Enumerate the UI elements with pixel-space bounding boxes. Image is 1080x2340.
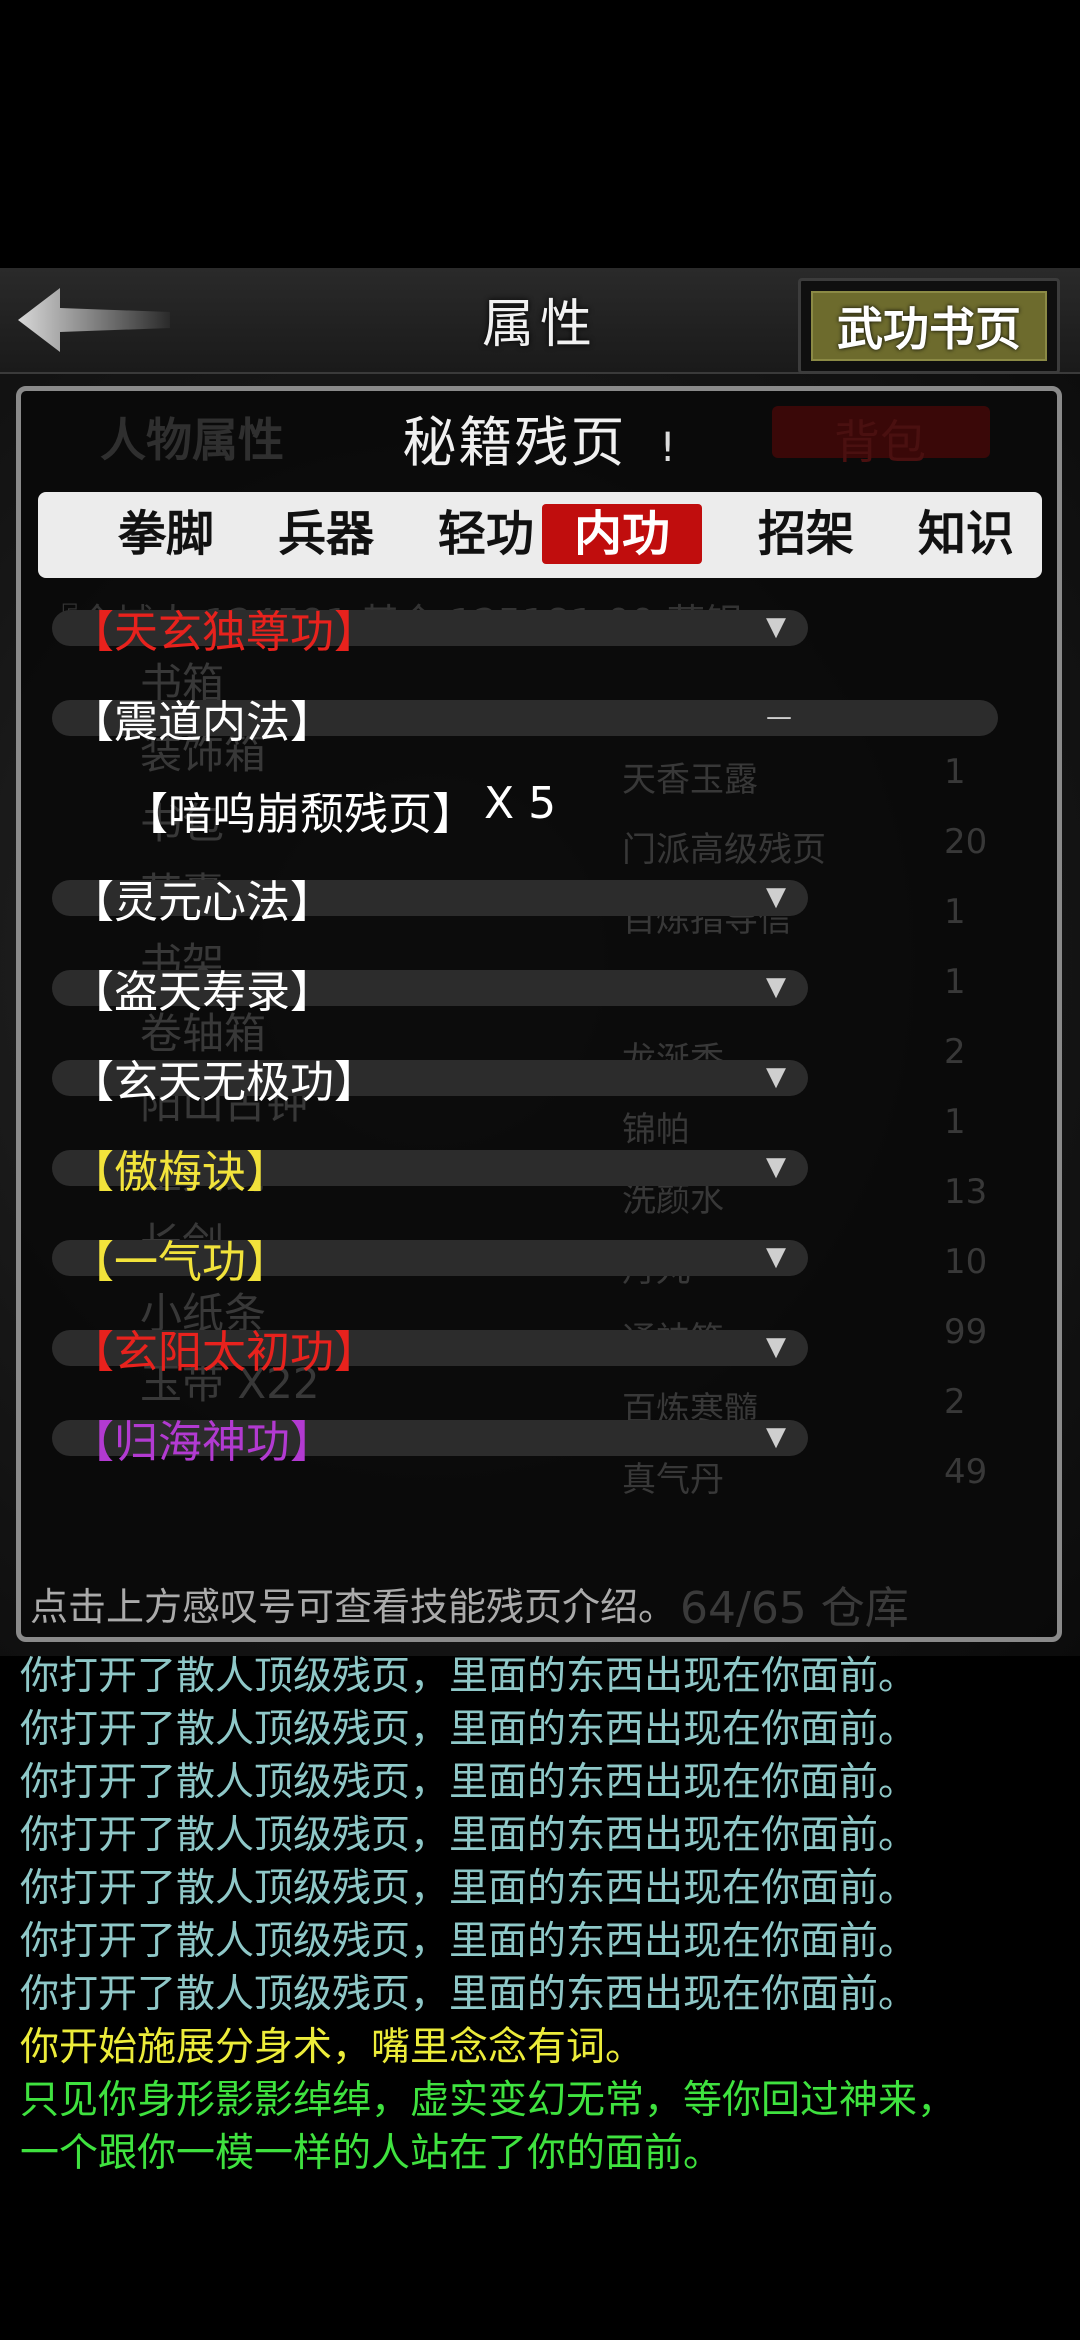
skill-name[interactable]: 【灵元心法】 (70, 866, 334, 930)
info-exclamation-button[interactable]: ! (660, 425, 678, 471)
tab-4[interactable]: 招架 (726, 504, 886, 564)
martial-book-button-label: 武功书页 (811, 291, 1047, 361)
chevron-down-icon[interactable]: ▼ (766, 1242, 786, 1272)
tab-5[interactable]: 知识 (886, 504, 1046, 564)
tab-1[interactable]: 兵器 (246, 504, 406, 564)
chevron-down-icon[interactable]: ▼ (766, 1062, 786, 1092)
panel-title-text: 秘籍残页 (402, 411, 627, 474)
log-line: 你开始施展分身术，嘴里念念有词。 (20, 2025, 645, 2070)
skill-name[interactable]: 【傲梅诀】 (70, 1136, 290, 1200)
tab-3[interactable]: 内功 (542, 504, 702, 564)
chevron-down-icon[interactable]: ▼ (766, 612, 786, 642)
log-line: 你打开了散人顶级残页，里面的东西出现在你面前。 (20, 1707, 918, 1752)
chevron-down-icon[interactable]: ▼ (766, 882, 786, 912)
sub-item-name[interactable]: 【喑呜崩颓残页】 (124, 778, 476, 842)
log-line: 你打开了散人顶级残页，里面的东西出现在你面前。 (20, 1654, 918, 1699)
skill-name[interactable]: 【盗天寿录】 (70, 956, 334, 1020)
log-line: 你打开了散人顶级残页，里面的东西出现在你面前。 (20, 1760, 918, 1805)
log-line: 一个跟你一模一样的人站在了你的面前。 (20, 2131, 723, 2176)
hint-text: 点击上方感叹号可查看技能残页介绍。 (30, 1585, 677, 1629)
chevron-down-icon[interactable]: ▼ (766, 972, 786, 1002)
log-line: 你打开了散人顶级残页，里面的东西出现在你面前。 (20, 1813, 918, 1858)
log-line: 只见你身形影影绰绰，虚实变幻无常，等你回过神来， (20, 2078, 957, 2123)
log-line: 你打开了散人顶级残页，里面的东西出现在你面前。 (20, 1972, 918, 2017)
sub-item-count: X 5 (484, 778, 557, 829)
chevron-down-icon[interactable]: ▼ (766, 1332, 786, 1362)
skill-name[interactable]: 【归海神功】 (70, 1406, 334, 1470)
skill-name[interactable]: 【一气功】 (70, 1226, 290, 1290)
skill-name[interactable]: 【玄天无极功】 (70, 1046, 378, 1110)
chevron-down-icon[interactable]: ▼ (766, 1152, 786, 1182)
category-tabs: 拳脚 兵器 轻功 内功 招架 知识 (38, 492, 1042, 578)
chevron-down-icon[interactable]: ▼ (766, 1422, 786, 1452)
martial-book-button[interactable]: 武功书页 (798, 278, 1060, 374)
skill-name[interactable]: 【天玄独尊功】 (70, 596, 378, 660)
skill-name[interactable]: 【震道内法】 (70, 686, 334, 750)
message-log: 你打开了散人顶级残页，里面的东西出现在你面前。 你打开了散人顶级残页，里面的东西出… (20, 1650, 1060, 2180)
log-line: 你打开了散人顶级残页，里面的东西出现在你面前。 (20, 1919, 918, 1964)
log-line: 你打开了散人顶级残页，里面的东西出现在你面前。 (20, 1866, 918, 1911)
panel-title: 秘籍残页 ! (0, 398, 1080, 477)
collapse-icon[interactable]: — (766, 702, 792, 732)
skill-name[interactable]: 【玄阳太初功】 (70, 1316, 378, 1380)
tab-0[interactable]: 拳脚 (86, 504, 246, 564)
